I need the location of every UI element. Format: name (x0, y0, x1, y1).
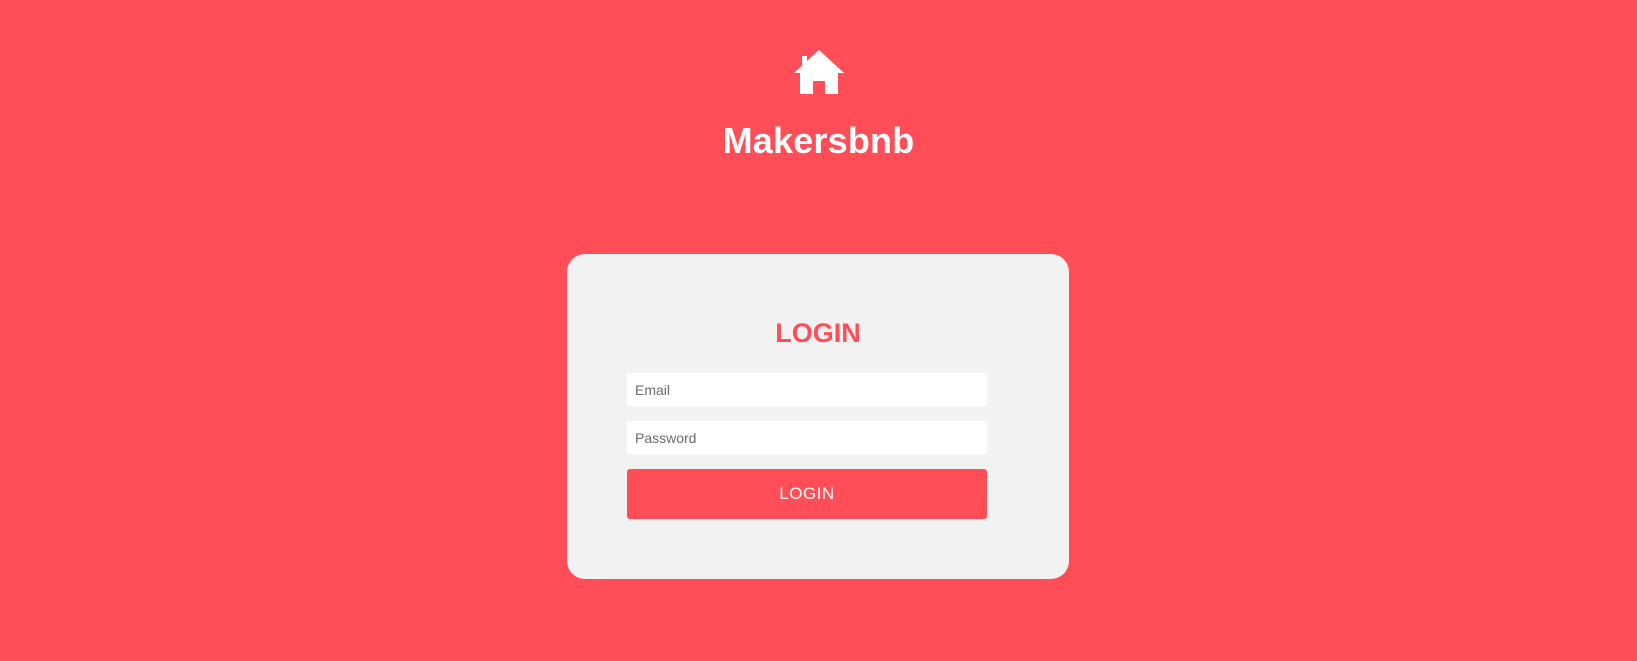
brand-title: Makersbnb (722, 120, 915, 161)
login-button[interactable]: LOGIN (627, 469, 987, 519)
login-title: LOGIN (775, 318, 861, 348)
password-field[interactable] (627, 421, 987, 454)
login-page: Makersbnb LOGIN LOGIN (0, 0, 1637, 661)
email-field[interactable] (627, 373, 987, 406)
login-card: LOGIN LOGIN (567, 254, 1069, 579)
brand-header: Makersbnb (0, 48, 1637, 161)
home-icon (793, 48, 845, 96)
